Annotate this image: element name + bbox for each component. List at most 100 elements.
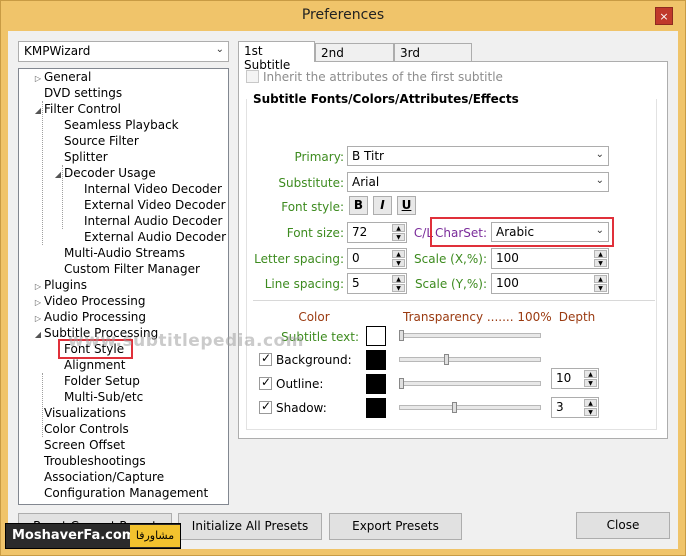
tree-item-filter-control[interactable]: ◢ Filter Control — [32, 101, 121, 117]
spin-up-icon[interactable]: ▲ — [392, 224, 405, 232]
letter-spacing-label: Letter spacing: — [254, 252, 344, 266]
inherit-checkbox-row[interactable]: Inherit the attributes of the first subt… — [246, 70, 503, 84]
slider-thumb[interactable] — [399, 330, 404, 341]
scale-y-input[interactable]: 100 ▲ ▼ — [491, 273, 609, 294]
slider-thumb[interactable] — [399, 378, 404, 389]
tree-guide-line — [42, 101, 43, 245]
close-button[interactable]: Close — [576, 512, 670, 539]
chevron-down-icon: ⌄ — [595, 149, 604, 160]
tree-item-decoder-usage[interactable]: ◢ Decoder Usage — [52, 165, 156, 181]
collapse-arrow-icon[interactable]: ◢ — [52, 167, 64, 183]
tree-item-troubleshootings[interactable]: Troubleshootings — [44, 453, 146, 469]
tree-item-folder-setup[interactable]: Folder Setup — [64, 373, 140, 389]
bold-button[interactable]: B — [349, 196, 368, 215]
primary-label: Primary: — [294, 150, 344, 164]
italic-button[interactable]: I — [373, 196, 392, 215]
preferences-window: Preferences × KMPWizard ⌄ ▷ General DVD s… — [0, 0, 686, 556]
charset-highlight — [430, 217, 614, 247]
tree-item-video-processing[interactable]: ▷ Video Processing — [32, 293, 146, 309]
tab-2nd-subtitle[interactable]: 2nd Subtitle — [315, 43, 394, 74]
scale-y-label: Scale (Y,%): — [414, 277, 487, 291]
slider-thumb[interactable] — [444, 354, 449, 365]
shadow-transparency-slider[interactable] — [399, 405, 541, 410]
spin-up-icon[interactable]: ▲ — [392, 250, 405, 258]
shadow-row[interactable]: Shadow: — [259, 399, 364, 415]
initialize-presets-button[interactable]: Initialize All Presets — [178, 513, 322, 540]
title-bar[interactable]: Preferences × — [1, 1, 685, 31]
tree-item-seamless-playback[interactable]: Seamless Playback — [64, 117, 179, 133]
close-window-icon[interactable]: × — [655, 7, 673, 25]
tree-item-external-audio-decoder[interactable]: External Audio Decoder — [84, 229, 226, 245]
tree-guide-line — [42, 373, 43, 437]
brand-name: MoshaverFa.com — [12, 528, 136, 543]
settings-tree[interactable]: ▷ General DVD settings ◢ Filter Control Se… — [18, 68, 229, 505]
depth-header: Depth — [558, 310, 596, 324]
substitute-label: Substitute: — [278, 176, 344, 190]
outline-transparency-slider[interactable] — [399, 381, 541, 386]
spin-down-icon[interactable]: ▼ — [392, 284, 405, 292]
subtitle-text-transparency-slider[interactable] — [399, 333, 541, 338]
line-spacing-input[interactable]: 5 ▲ ▼ — [347, 273, 407, 294]
export-presets-button[interactable]: Export Presets — [329, 513, 462, 540]
spin-down-icon[interactable]: ▼ — [594, 259, 607, 267]
preset-select[interactable]: KMPWizard ⌄ — [18, 41, 229, 62]
spin-down-icon[interactable]: ▼ — [392, 233, 405, 241]
shadow-depth-input[interactable]: 3 ▲ ▼ — [551, 397, 599, 418]
background-transparency-slider[interactable] — [399, 357, 541, 362]
tree-item-general[interactable]: ▷ General — [32, 69, 91, 85]
font-size-input[interactable]: 72 ▲ ▼ — [347, 222, 407, 243]
collapse-arrow-icon[interactable]: ◢ — [32, 327, 44, 343]
spin-up-icon[interactable]: ▲ — [594, 250, 607, 258]
spin-up-icon[interactable]: ▲ — [584, 399, 597, 407]
tree-item-external-video-decoder[interactable]: External Video Decoder — [84, 197, 226, 213]
primary-font-select[interactable]: B Titr ⌄ — [347, 146, 609, 166]
spin-down-icon[interactable]: ▼ — [392, 259, 405, 267]
tree-item-configuration-management[interactable]: Configuration Management — [44, 485, 208, 501]
tree-item-audio-processing[interactable]: ▷ Audio Processing — [32, 309, 146, 325]
inherit-label: Inherit the attributes of the first subt… — [263, 70, 503, 84]
tree-item-visualizations[interactable]: Visualizations — [44, 405, 126, 421]
letter-spacing-input[interactable]: 0 ▲ ▼ — [347, 248, 407, 269]
chevron-down-icon: ⌄ — [215, 44, 224, 55]
tree-item-internal-audio-decoder[interactable]: Internal Audio Decoder — [84, 213, 222, 229]
brand-banner: MoshaverFa.com مشاورفا — [5, 523, 181, 549]
spin-down-icon[interactable]: ▼ — [584, 379, 597, 387]
tab-1st-subtitle[interactable]: 1st Subtitle — [238, 41, 315, 72]
background-color-swatch[interactable] — [366, 350, 386, 370]
tree-item-association-capture[interactable]: Association/Capture — [44, 469, 164, 485]
spin-up-icon[interactable]: ▲ — [392, 275, 405, 283]
scale-x-label: Scale (X,%): — [414, 252, 487, 266]
collapse-arrow-icon[interactable]: ◢ — [32, 103, 44, 119]
outline-depth-input[interactable]: 10 ▲ ▼ — [551, 368, 599, 389]
spin-down-icon[interactable]: ▼ — [594, 284, 607, 292]
tree-item-source-filter[interactable]: Source Filter — [64, 133, 139, 149]
tree-item-splitter[interactable]: Splitter — [64, 149, 108, 165]
subtitle-text-color-swatch[interactable] — [366, 326, 386, 346]
tree-item-color-controls[interactable]: Color Controls — [44, 421, 129, 437]
slider-thumb[interactable] — [452, 402, 457, 413]
tree-item-multi-sub[interactable]: Multi-Sub/etc — [64, 389, 143, 405]
substitute-font-select[interactable]: Arial ⌄ — [347, 172, 609, 192]
shadow-checkbox[interactable] — [259, 399, 272, 414]
shadow-color-swatch[interactable] — [366, 398, 386, 418]
spin-down-icon[interactable]: ▼ — [584, 408, 597, 416]
tree-item-custom-filter-manager[interactable]: Custom Filter Manager — [64, 261, 200, 277]
expand-arrow-icon[interactable]: ▷ — [32, 71, 44, 87]
tree-item-plugins[interactable]: ▷ Plugins — [32, 277, 87, 293]
tree-item-screen-offset[interactable]: Screen Offset — [44, 437, 125, 453]
transparency-header: Transparency ....... 100% — [403, 310, 552, 324]
outline-checkbox[interactable] — [259, 375, 272, 390]
spin-up-icon[interactable]: ▲ — [594, 275, 607, 283]
background-row[interactable]: Background: — [259, 351, 364, 367]
outline-row[interactable]: Outline: — [259, 375, 364, 391]
tab-3rd-subtitle[interactable]: 3rd Subtitle — [394, 43, 472, 74]
tree-item-internal-video-decoder[interactable]: Internal Video Decoder — [84, 181, 222, 197]
scale-x-input[interactable]: 100 ▲ ▼ — [491, 248, 609, 269]
spin-up-icon[interactable]: ▲ — [584, 370, 597, 378]
underline-button[interactable]: U — [397, 196, 416, 215]
outline-color-swatch[interactable] — [366, 374, 386, 394]
tree-item-alignment[interactable]: Alignment — [64, 357, 125, 373]
background-checkbox[interactable] — [259, 351, 272, 366]
tree-item-multi-audio-streams[interactable]: Multi-Audio Streams — [64, 245, 185, 261]
tree-item-dvd-settings[interactable]: DVD settings — [44, 85, 122, 101]
